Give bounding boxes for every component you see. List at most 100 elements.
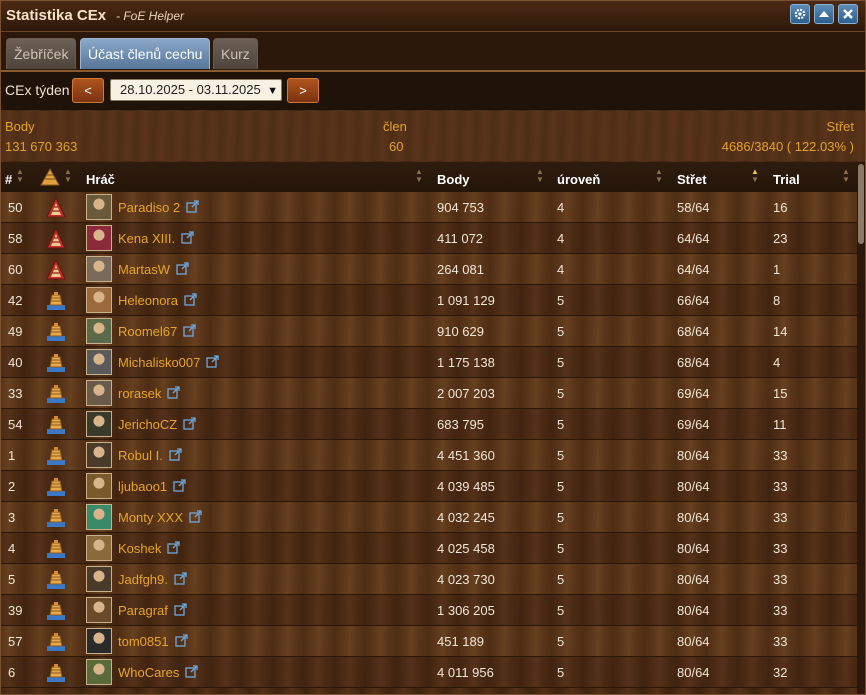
col-trial[interactable]: Trial: [773, 172, 800, 187]
table-row[interactable]: 3 Monty XXX 4 032 245 5 80/64 33: [1, 502, 857, 533]
player-name[interactable]: JerichoCZ: [118, 417, 177, 432]
player-name[interactable]: ljubaoo1: [118, 479, 167, 494]
col-player[interactable]: Hráč: [86, 172, 115, 187]
table-row[interactable]: 2 ljubaoo1 4 039 485 5 80/64 33: [1, 471, 857, 502]
external-link-icon[interactable]: [181, 231, 194, 244]
col-level[interactable]: úroveň: [557, 172, 600, 187]
sort-arrows-icon[interactable]: ▲ ▼: [655, 168, 663, 184]
player-name[interactable]: Monty XXX: [118, 510, 183, 525]
sort-arrows-icon[interactable]: ▲ ▼: [64, 168, 72, 184]
table-row[interactable]: 54 JerichoCZ 683 795 5 69/64 11: [1, 409, 857, 440]
level-cell: 5: [557, 510, 565, 525]
rank-cell: 57: [8, 634, 23, 649]
strike-cell: 69/64: [677, 386, 710, 401]
table-row[interactable]: 40 Michalisko007 1 175 138 5 68/64 4: [1, 347, 857, 378]
player-name[interactable]: Michalisko007: [118, 355, 200, 370]
external-link-icon[interactable]: [173, 479, 186, 492]
rank-cell: 4: [8, 541, 16, 556]
avatar: [86, 659, 112, 685]
sort-arrows-icon[interactable]: ▲ ▼: [415, 168, 423, 184]
external-link-icon[interactable]: [174, 603, 187, 616]
league-badge-blue-icon: [45, 538, 67, 560]
body-cell: 411 072: [437, 231, 484, 246]
external-link-icon[interactable]: [186, 200, 199, 213]
league-badge-blue-icon: [45, 600, 67, 622]
player-name[interactable]: Jadfgh9.: [118, 572, 168, 587]
table-row[interactable]: 39 Paragraf 1 306 205 5 80/64 33: [1, 595, 857, 626]
settings-button[interactable]: [790, 4, 810, 24]
table-row[interactable]: 6 WhoCares 4 011 956 5 80/64 32: [1, 657, 857, 688]
col-rank[interactable]: #: [5, 172, 12, 187]
strike-cell: 64/64: [677, 262, 710, 277]
external-link-icon[interactable]: [185, 665, 198, 678]
player-name[interactable]: Koshek: [118, 541, 161, 556]
summary-strike-value: 4686/3840 ( 122.03% ): [721, 139, 854, 154]
table-row[interactable]: 33 rorasek 2 007 203 5 69/64 15: [1, 378, 857, 409]
table-row[interactable]: 57 tom0851 451 189 5 80/64 33: [1, 626, 857, 657]
scrollbar-thumb[interactable]: [858, 164, 864, 244]
avatar: [86, 225, 112, 251]
avatar: [86, 349, 112, 375]
external-link-icon[interactable]: [167, 541, 180, 554]
title-bar[interactable]: Statistika CEx - FoE Helper: [1, 1, 865, 32]
table-row[interactable]: 60 MartasW 264 081 4 64/64 1: [1, 254, 857, 285]
player-name[interactable]: WhoCares: [118, 665, 179, 680]
table-row[interactable]: 1 Robul I. 4 451 360 5 80/64 33: [1, 440, 857, 471]
player-name[interactable]: Roomel67: [118, 324, 177, 339]
close-button[interactable]: [838, 4, 858, 24]
player-name[interactable]: Paragraf: [118, 603, 168, 618]
col-strike[interactable]: Střet: [677, 172, 707, 187]
table-scrollbar[interactable]: [857, 162, 865, 694]
week-select[interactable]: 28.10.2025 - 03.11.2025 ▼: [110, 79, 282, 101]
level-cell: 5: [557, 541, 565, 556]
avatar: [86, 628, 112, 654]
minimize-button[interactable]: [814, 4, 834, 24]
player-name[interactable]: MartasW: [118, 262, 170, 277]
sort-arrows-icon[interactable]: ▲ ▼: [536, 168, 544, 184]
next-week-button[interactable]: >: [287, 78, 319, 103]
tab-leaderboard[interactable]: Žebříček: [6, 38, 77, 69]
stats-window: Statistika CEx - FoE Helper Žebříček Úča…: [0, 0, 866, 695]
pyramid-icon[interactable]: [39, 167, 61, 187]
player-name[interactable]: Robul I.: [118, 448, 163, 463]
body-cell: 4 451 360: [437, 448, 495, 463]
table-row[interactable]: 42 Heleonora 1 091 129 5 66/64 8: [1, 285, 857, 316]
level-cell: 5: [557, 634, 565, 649]
external-link-icon[interactable]: [184, 293, 197, 306]
trial-cell: 33: [773, 510, 788, 525]
external-link-icon[interactable]: [174, 572, 187, 585]
player-name[interactable]: rorasek: [118, 386, 161, 401]
sort-arrows-icon[interactable]: ▲ ▼: [842, 168, 850, 184]
player-name[interactable]: tom0851: [118, 634, 169, 649]
table-row[interactable]: 4 Koshek 4 025 458 5 80/64 33: [1, 533, 857, 564]
strike-cell: 66/64: [677, 293, 710, 308]
avatar: [86, 504, 112, 530]
col-body[interactable]: Body: [437, 172, 470, 187]
prev-week-button[interactable]: <: [72, 78, 104, 103]
external-link-icon[interactable]: [176, 262, 189, 275]
table-row[interactable]: 49 Roomel67 910 629 5 68/64 14: [1, 316, 857, 347]
external-link-icon[interactable]: [167, 386, 180, 399]
external-link-icon[interactable]: [189, 510, 202, 523]
summary-member-label: člen: [383, 119, 407, 134]
tab-member-participation[interactable]: Účast členů cechu: [80, 38, 211, 69]
table-row[interactable]: 50 Paradiso 2 904 753 4 58/64 16: [1, 192, 857, 223]
body-cell: 910 629: [437, 324, 484, 339]
body-cell: 683 795: [437, 417, 484, 432]
table-row[interactable]: 58 Kena XIII. 411 072 4 64/64 23: [1, 223, 857, 254]
level-cell: 5: [557, 355, 565, 370]
trial-cell: 33: [773, 479, 788, 494]
rank-cell: 40: [8, 355, 23, 370]
tab-course[interactable]: Kurz: [213, 38, 258, 69]
player-name[interactable]: Kena XIII.: [118, 231, 175, 246]
player-name[interactable]: Paradiso 2: [118, 200, 180, 215]
table-row[interactable]: 5 Jadfgh9. 4 023 730 5 80/64 33: [1, 564, 857, 595]
player-name[interactable]: Heleonora: [118, 293, 178, 308]
external-link-icon[interactable]: [206, 355, 219, 368]
sort-arrows-icon[interactable]: ▲ ▼: [751, 168, 759, 184]
external-link-icon[interactable]: [183, 324, 196, 337]
sort-arrows-icon[interactable]: ▲ ▼: [16, 168, 24, 184]
external-link-icon[interactable]: [183, 417, 196, 430]
external-link-icon[interactable]: [175, 634, 188, 647]
external-link-icon[interactable]: [169, 448, 182, 461]
